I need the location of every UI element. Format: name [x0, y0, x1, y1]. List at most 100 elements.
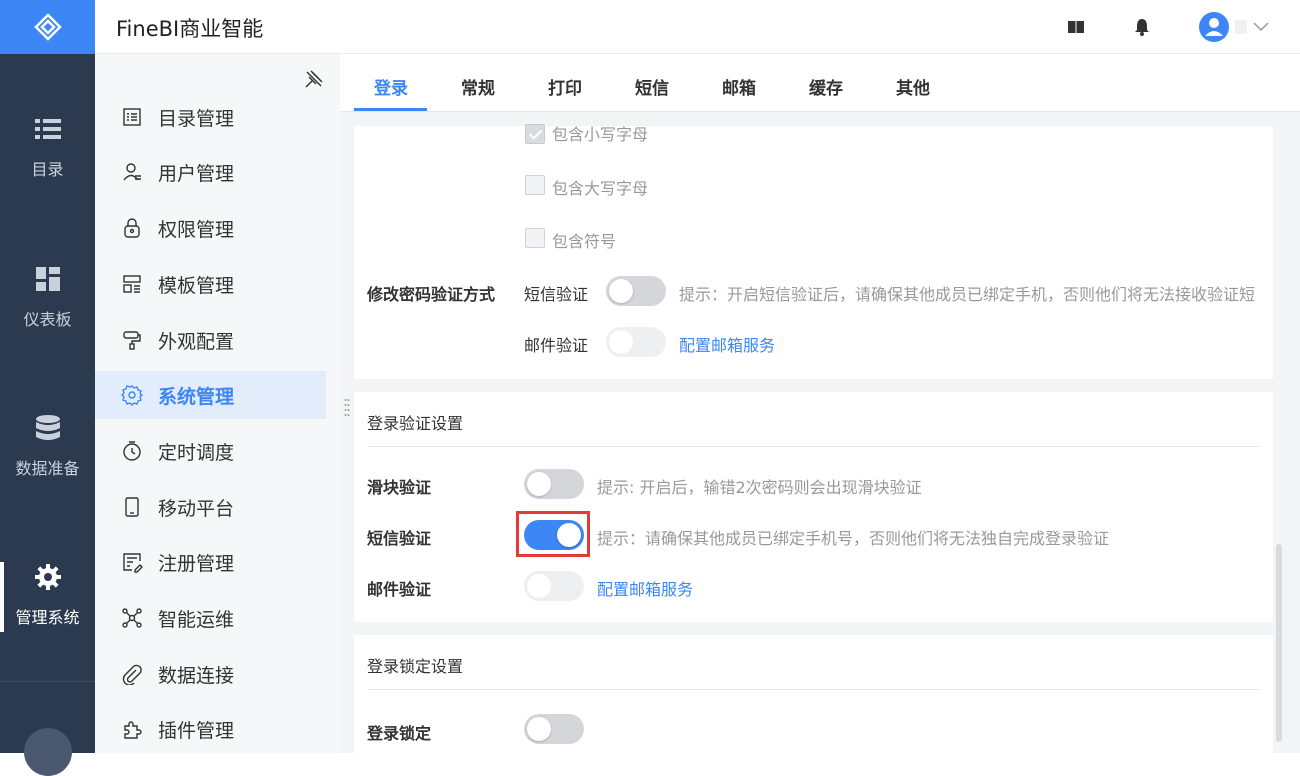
email-config-link[interactable]: 配置邮箱服务	[597, 576, 693, 600]
main-content: 登录 常规 打印 短信 邮箱 缓存 其他 包含小写字母 包含大写字母 包含符号 …	[340, 54, 1300, 753]
divider	[368, 446, 1259, 447]
user-icon	[123, 163, 141, 181]
book-icon[interactable]	[1066, 17, 1086, 37]
checkbox-label: 包含小写字母	[552, 125, 649, 144]
login-lock-title: 登录锁定设置	[367, 657, 464, 676]
drag-handle-icon[interactable]	[344, 398, 350, 416]
email-verify-toggle[interactable]	[524, 571, 584, 601]
highlight-box	[516, 511, 590, 557]
rail-divider	[0, 681, 95, 682]
admin-submenu: 目录管理 用户管理 权限管理 模板管理 外观配置 系统管理 定时调度 移动平台 …	[95, 54, 340, 753]
bell-icon[interactable]	[1132, 17, 1152, 37]
submenu-item-register[interactable]: 注册管理	[95, 538, 326, 586]
paint-roller-icon	[123, 331, 141, 350]
submenu-item-permissions[interactable]: 权限管理	[95, 204, 326, 252]
rail-item-label: 目录	[31, 160, 64, 179]
database-icon	[35, 415, 60, 440]
change-sms-toggle[interactable]	[606, 276, 666, 306]
submenu-item-catalog[interactable]: 目录管理	[95, 93, 326, 141]
tab-sms[interactable]: 短信	[635, 74, 669, 99]
tab-login[interactable]: 登录	[374, 74, 408, 99]
submenu-label: 权限管理	[158, 218, 235, 241]
template-icon	[123, 275, 141, 293]
login-lock-toggle[interactable]	[524, 714, 584, 744]
gear-icon	[121, 385, 143, 406]
submenu-label: 系统管理	[158, 385, 235, 408]
app-title: FineBI商业智能	[116, 17, 264, 41]
submenu-label: 插件管理	[158, 719, 235, 742]
change-sms-hint: 提示：开启短信验证后，请确保其他成员已绑定手机，否则他们将无法接收验证短	[679, 285, 1256, 304]
rail-item-data-prep[interactable]: 数据准备	[0, 413, 95, 479]
submenu-label: 用户管理	[158, 162, 235, 185]
change-email-toggle[interactable]	[606, 327, 666, 357]
submenu-item-templates[interactable]: 模板管理	[95, 260, 326, 308]
tab-general[interactable]: 常规	[461, 74, 495, 99]
email-verify-label: 邮件验证	[367, 580, 432, 599]
submenu-item-system[interactable]: 系统管理	[95, 371, 326, 419]
change-sms-label: 短信验证	[524, 285, 589, 304]
person-icon	[1205, 18, 1223, 36]
top-header: FineBI商业智能	[95, 0, 1300, 54]
submenu-item-users[interactable]: 用户管理	[95, 148, 326, 196]
submenu-item-ops[interactable]: 智能运维	[95, 594, 326, 642]
slider-verify-label: 滑块验证	[367, 478, 432, 497]
submenu-label: 定时调度	[158, 441, 235, 464]
divider	[368, 689, 1259, 690]
submenu-label: 注册管理	[158, 552, 235, 575]
checkbox-label: 包含符号	[552, 232, 617, 251]
chevron-down-icon[interactable]	[1253, 20, 1269, 32]
submenu-item-mobile[interactable]: 移动平台	[95, 483, 326, 531]
submenu-label: 数据连接	[158, 664, 235, 687]
add-button[interactable]	[24, 728, 72, 776]
rail-item-dashboard[interactable]: 仪表板	[0, 264, 95, 330]
network-icon	[122, 608, 142, 628]
scrollbar-thumb[interactable]	[1276, 544, 1282, 742]
active-tab-indicator	[354, 108, 427, 111]
rail-item-catalog[interactable]: 目录	[0, 114, 95, 180]
slider-verify-hint: 提示: 开启后，输错2次密码则会出现滑块验证	[597, 478, 922, 497]
submenu-item-schedule[interactable]: 定时调度	[95, 427, 326, 475]
tab-other[interactable]: 其他	[896, 74, 930, 99]
gear-icon	[34, 564, 61, 590]
checkbox-uppercase[interactable]	[525, 175, 545, 195]
timer-icon	[123, 441, 141, 461]
user-name[interactable]	[1235, 20, 1247, 34]
plugin-icon	[124, 721, 142, 739]
list-icon	[34, 119, 61, 139]
fine-logo-icon	[33, 13, 62, 41]
login-verify-card: 登录验证设置 滑块验证 提示: 开启后，输错2次密码则会出现滑块验证 短信验证 …	[354, 392, 1273, 622]
user-avatar-icon[interactable]	[1199, 12, 1229, 42]
submenu-label: 智能运维	[158, 608, 235, 631]
tab-cache[interactable]: 缓存	[809, 74, 843, 99]
submenu-item-plugins[interactable]: 插件管理	[95, 705, 326, 753]
mobile-icon	[125, 497, 139, 517]
sms-verify-label: 短信验证	[367, 529, 432, 548]
left-rail: 目录 仪表板 数据准备 管理系统	[0, 0, 95, 776]
rail-item-label: 仪表板	[23, 310, 72, 329]
submenu-item-appearance[interactable]: 外观配置	[95, 316, 326, 364]
paperclip-icon	[122, 664, 142, 685]
tab-print[interactable]: 打印	[548, 74, 582, 99]
rail-item-admin[interactable]: 管理系统	[0, 562, 95, 632]
tab-email[interactable]: 邮箱	[722, 74, 756, 99]
pin-icon[interactable]	[303, 68, 325, 90]
sms-verify-hint: 提示：请确保其他成员已绑定手机号，否则他们将无法独自完成登录验证	[597, 529, 1110, 548]
dashboard-icon	[35, 267, 60, 291]
submenu-item-connections[interactable]: 数据连接	[95, 650, 326, 698]
submenu-label: 模板管理	[158, 274, 235, 297]
register-icon	[123, 553, 143, 573]
checkbox-lowercase[interactable]	[525, 124, 545, 144]
submenu-label: 移动平台	[158, 497, 235, 520]
password-settings-card: 包含小写字母 包含大写字母 包含符号 修改密码验证方式 短信验证 提示：开启短信…	[354, 124, 1273, 379]
logo[interactable]	[0, 0, 95, 54]
change-email-label: 邮件验证	[524, 336, 589, 355]
settings-tabs: 登录 常规 打印 短信 邮箱 缓存 其他	[340, 54, 1300, 112]
lock-icon	[124, 218, 140, 238]
login-lock-card: 登录锁定设置 登录锁定	[354, 635, 1273, 753]
rail-item-label: 管理系统	[15, 608, 80, 627]
checkbox-symbol[interactable]	[525, 228, 545, 248]
submenu-label: 目录管理	[158, 107, 235, 130]
change-verify-label: 修改密码验证方式	[367, 285, 496, 304]
change-email-config-link[interactable]: 配置邮箱服务	[679, 332, 775, 356]
slider-verify-toggle[interactable]	[524, 469, 584, 499]
